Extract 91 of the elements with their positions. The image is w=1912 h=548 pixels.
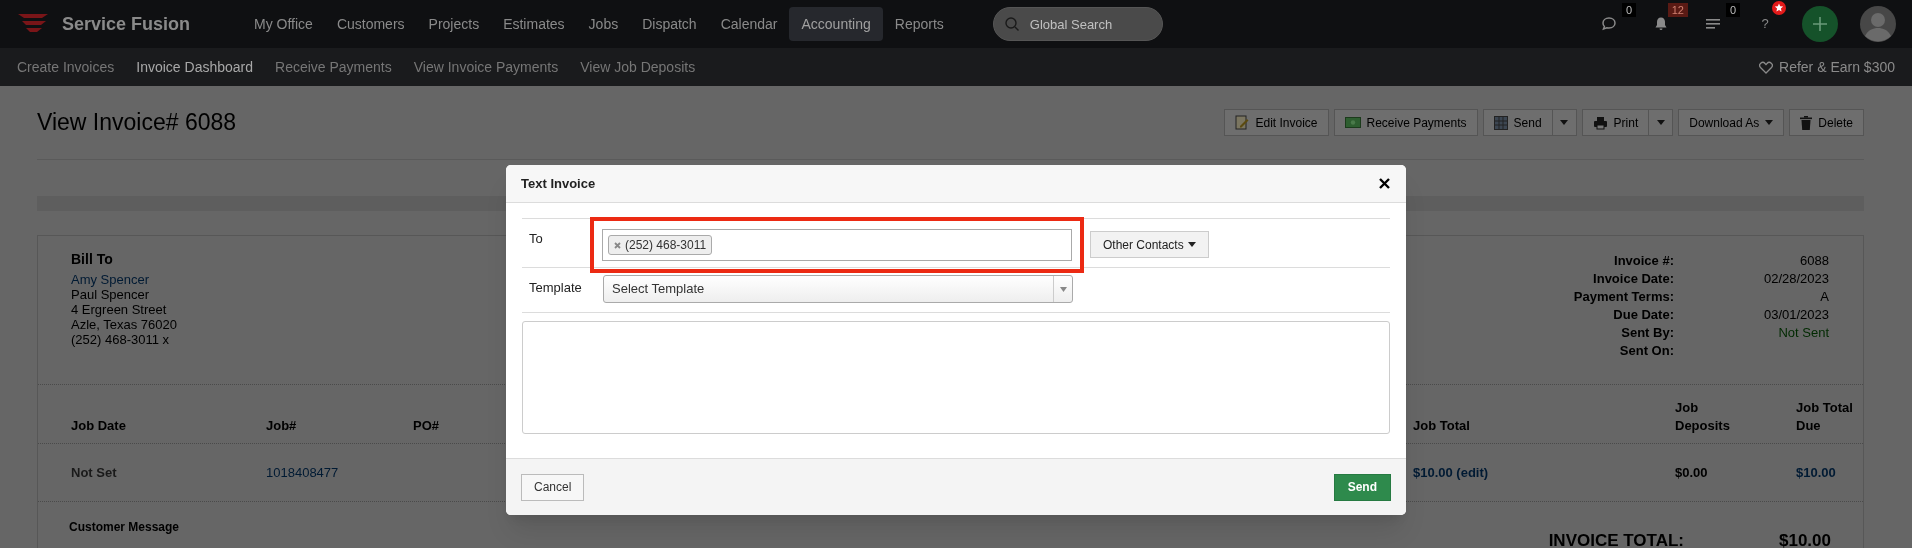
caret-icon (1656, 120, 1665, 125)
template-label: Template (529, 279, 583, 297)
count-badge: 0 (1621, 3, 1636, 17)
column-header: Job Deposits (1675, 399, 1731, 435)
cancel-button[interactable]: Cancel (521, 473, 585, 501)
close-button[interactable] (1377, 176, 1391, 191)
nav-menu-item[interactable]: Reports (882, 7, 956, 41)
dialog-title: Text Invoice (521, 174, 596, 193)
meta-value: 03/01/2023 (1762, 306, 1829, 324)
page-title: View Invoice# 6088 (37, 108, 237, 138)
nav-menu-item[interactable]: Dispatch (630, 7, 709, 41)
star-badge-icon (1772, 1, 1786, 15)
customer-name-link[interactable]: Amy Spencer (71, 272, 177, 287)
meta-label: Invoice Date: (1592, 270, 1674, 288)
count-badge: 0 (1725, 3, 1740, 17)
recipient-field[interactable]: (252) 468-3011 (602, 229, 1072, 261)
meta-value: 02/28/2023 (1762, 270, 1829, 288)
toolbar-button[interactable]: Send (1482, 109, 1553, 136)
recipient-tag: (252) 468-3011 (608, 235, 713, 255)
meta-value: 6088 (1799, 252, 1829, 270)
count-badge: 12 (1667, 3, 1688, 17)
caret-icon (1187, 242, 1196, 247)
template-select[interactable]: Select Template (603, 275, 1073, 303)
nav-menu-item[interactable]: Estimates (491, 7, 577, 41)
toolbar-button[interactable]: Delete (1789, 109, 1864, 136)
grid-icon (1493, 115, 1508, 130)
send-button[interactable]: Send (1333, 473, 1391, 501)
to-label: To (529, 230, 544, 248)
column-header: PO# (413, 417, 440, 435)
address-line: Paul Spencer (71, 287, 151, 302)
close-icon (1378, 178, 1390, 189)
meta-label: Due Date: (1612, 306, 1674, 324)
sub-nav-link[interactable]: Receive Payments (275, 56, 392, 78)
other-contacts-button[interactable]: Other Contacts (1090, 231, 1209, 258)
meta-value: A (1819, 288, 1829, 306)
nav-menu-item[interactable]: Customers (324, 7, 417, 41)
table-link[interactable]: 1018408477 (266, 462, 413, 483)
meta-label: Sent By: (1620, 324, 1674, 342)
caret-icon (1560, 120, 1569, 125)
printer-icon (1592, 115, 1608, 130)
meta-label: Invoice #: (1613, 252, 1674, 270)
dropdown-toggle[interactable] (1552, 109, 1577, 136)
meta-label: Sent On: (1618, 342, 1674, 360)
table-cell-text: $0.00 (1675, 463, 1709, 482)
column-header: Job# (266, 417, 298, 435)
remove-icon[interactable] (614, 241, 621, 249)
search-field[interactable]: Global Search (992, 7, 1163, 41)
nav-menu-item[interactable]: Jobs (576, 7, 631, 41)
heart-icon (1759, 60, 1774, 74)
nav-menu-item[interactable]: Projects (416, 7, 492, 41)
plus-icon (1813, 17, 1827, 31)
trash-icon (1800, 115, 1813, 130)
dropdown-toggle[interactable] (1649, 109, 1674, 136)
lines-icon[interactable] (1705, 17, 1721, 31)
caret-icon (1765, 120, 1774, 125)
meta-label: Payment Terms: (1573, 288, 1674, 306)
column-header: Job Date (71, 417, 127, 435)
sub-nav-link[interactable]: View Invoice Payments (413, 56, 559, 78)
document-pencil-icon (1235, 115, 1250, 130)
toolbar-button[interactable]: Receive Payments (1333, 109, 1478, 136)
nav-menu-item[interactable]: My Office (242, 7, 325, 41)
nav-menu-item[interactable]: Accounting (789, 7, 883, 41)
bill-to-heading: Bill To (71, 252, 114, 267)
address-line: Azle, Texas 76020 (71, 317, 177, 332)
nav-menu-item[interactable]: Calendar (708, 7, 790, 41)
chat-bubble-icon[interactable] (1601, 16, 1617, 32)
bell-icon[interactable] (1653, 16, 1669, 32)
toolbar-button[interactable]: Edit Invoice (1224, 109, 1329, 136)
table-cell-text: Not Set (71, 463, 118, 482)
address-line: 4 Ergreen Street (71, 302, 168, 317)
invoice-total-label: INVOICE TOTAL: (1548, 530, 1684, 548)
address-line: (252) 468-3011 x (71, 332, 171, 347)
avatar-icon[interactable] (1860, 6, 1896, 42)
column-header: Job Total Due (1796, 399, 1854, 435)
caret-icon (1059, 286, 1067, 292)
column-header: Job Total (1413, 417, 1471, 435)
table-link[interactable]: $10.00 (edit) (1413, 462, 1675, 483)
brand-name: Service Fusion (62, 12, 191, 36)
sub-nav-link[interactable]: View Job Deposits (580, 56, 696, 78)
toolbar-button[interactable]: Print (1581, 109, 1650, 136)
customer-message-label: Customer Message (69, 519, 180, 536)
meta-value: Not Sent (1777, 324, 1829, 342)
invoice-total-value: $10.00 (1779, 530, 1829, 548)
banknote-icon (1344, 117, 1361, 128)
sub-nav-link[interactable]: Create Invoices (17, 56, 115, 78)
add-button[interactable] (1802, 6, 1838, 42)
refer-earn-link[interactable]: Refer & Earn $300 (1779, 56, 1895, 78)
toolbar-button[interactable]: Download As (1678, 109, 1785, 136)
help-link[interactable]: ? (1761, 14, 1769, 34)
table-link[interactable]: $10.00 (1796, 462, 1863, 483)
sub-nav-link[interactable]: Invoice Dashboard (136, 56, 254, 78)
